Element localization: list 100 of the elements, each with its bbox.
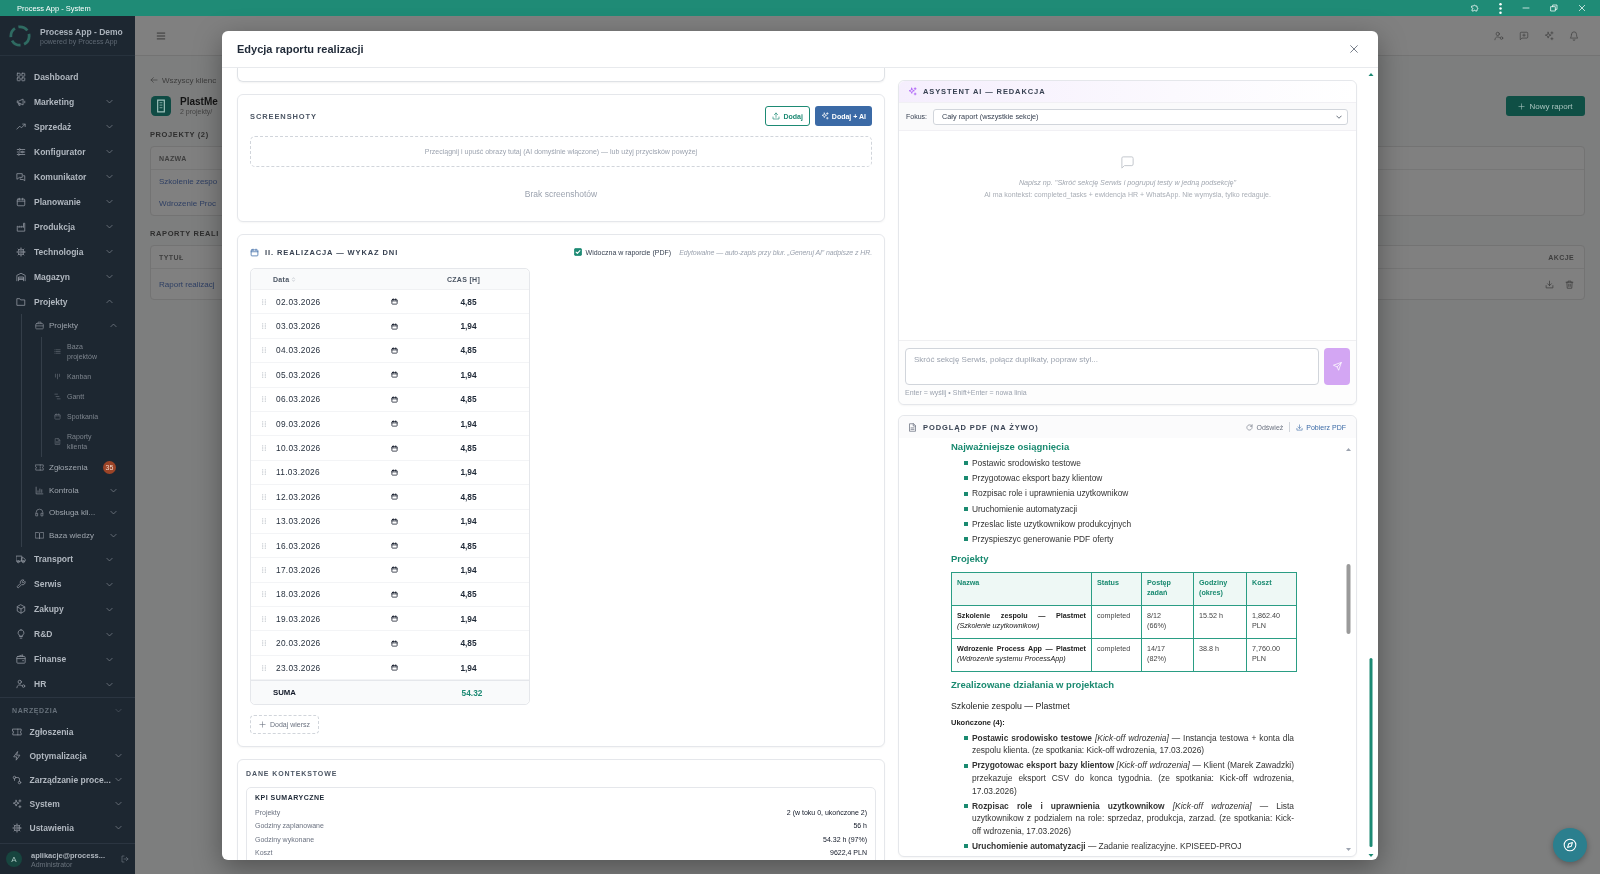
drag-handle-icon[interactable] (261, 640, 266, 647)
date-input[interactable]: 09.03.2026 (276, 418, 398, 429)
calendar-icon[interactable] (391, 542, 398, 550)
chevron-down-icon[interactable] (115, 752, 122, 759)
chevron-down-icon[interactable] (115, 707, 122, 714)
drag-handle-icon[interactable] (261, 396, 266, 403)
chevron-down-icon[interactable] (115, 776, 122, 783)
calendar-icon[interactable] (391, 371, 398, 379)
chevron-down-icon[interactable] (106, 680, 113, 688)
sidebar-link[interactable]: Zgłoszenia (12, 726, 135, 737)
chevron-up-icon[interactable] (106, 298, 113, 305)
chevron-down-icon[interactable] (106, 630, 113, 638)
chevron-down-icon[interactable] (110, 486, 117, 494)
sparkle-icon[interactable] (1544, 30, 1554, 41)
calendar-icon[interactable] (391, 468, 398, 476)
chevron-down-icon[interactable] (106, 148, 113, 155)
download-icon[interactable] (1545, 279, 1554, 289)
checkbox[interactable] (573, 248, 582, 256)
calendar-icon[interactable] (391, 615, 398, 623)
minimize-icon[interactable] (1522, 4, 1530, 12)
drag-handle-icon[interactable] (261, 469, 266, 476)
drag-handle-icon[interactable] (261, 615, 266, 622)
puzzle-icon[interactable] (1471, 4, 1479, 12)
chevron-down-icon[interactable] (106, 198, 113, 205)
sidebar-link[interactable]: Planowanie (16, 196, 106, 207)
calendar-icon[interactable] (391, 664, 398, 672)
date-input[interactable]: 04.03.2026 (276, 345, 398, 356)
date-input[interactable]: 11.03.2026 (276, 467, 398, 478)
sidebar-link[interactable]: Projekty (16, 296, 106, 307)
sidebar-link[interactable]: Projekty (35, 320, 110, 330)
message-plus-icon[interactable] (1519, 30, 1529, 41)
drag-handle-icon[interactable] (261, 518, 266, 525)
chevron-down-icon[interactable] (110, 531, 117, 539)
calendar-icon[interactable] (391, 420, 398, 428)
drag-handle-icon[interactable] (261, 567, 266, 573)
bell-icon[interactable] (1569, 30, 1579, 41)
date-input[interactable]: 16.03.2026 (276, 540, 398, 551)
chevron-down-icon[interactable] (106, 555, 113, 563)
sidebar-link[interactable]: Serwis (16, 579, 106, 589)
chevron-down-icon[interactable] (106, 655, 113, 663)
trash-icon[interactable] (1565, 279, 1574, 289)
drag-handle-icon[interactable] (261, 347, 266, 354)
date-input[interactable]: 17.03.2026 (276, 565, 398, 575)
calendar-icon[interactable] (391, 322, 398, 330)
sidebar-link[interactable]: Transport (16, 554, 106, 564)
date-input[interactable]: 05.03.2026 (276, 369, 398, 380)
chevron-down-icon[interactable] (106, 248, 113, 255)
drag-handle-icon[interactable] (261, 542, 266, 549)
close-icon[interactable] (1578, 4, 1586, 12)
chevron-down-icon[interactable] (106, 273, 113, 280)
sidebar-link[interactable]: Technologia (16, 246, 106, 257)
restore-icon[interactable] (1550, 4, 1558, 12)
date-input[interactable]: 18.03.2026 (276, 589, 398, 600)
drag-handle-icon[interactable] (261, 493, 266, 500)
calendar-icon[interactable] (391, 298, 398, 306)
chevron-down-icon[interactable] (106, 223, 113, 230)
sidebar-link[interactable]: Magazyn (16, 271, 106, 282)
drag-handle-icon[interactable] (261, 371, 266, 378)
date-input[interactable]: 23.03.2026 (276, 662, 398, 673)
drag-handle-icon[interactable] (261, 664, 266, 671)
sidebar-link[interactable]: HR (16, 679, 106, 689)
chevron-up-icon[interactable] (110, 321, 117, 329)
date-input[interactable]: 13.03.2026 (276, 516, 398, 527)
chevron-down-icon[interactable] (115, 800, 122, 807)
user-icon[interactable] (1494, 30, 1504, 41)
calendar-icon[interactable] (391, 566, 398, 574)
sidebar-link[interactable]: Zakupy (16, 604, 106, 614)
chevron-down-icon[interactable] (106, 98, 113, 105)
drag-handle-icon[interactable] (261, 445, 266, 452)
chevron-down-icon[interactable] (115, 824, 122, 831)
sidebar-link[interactable]: Konfigurator (16, 146, 106, 157)
close-button[interactable] (1348, 43, 1360, 55)
chevron-down-icon[interactable] (106, 605, 113, 613)
calendar-icon[interactable] (391, 346, 398, 354)
sidebar-link[interactable]: Obsługa kli... (35, 508, 110, 518)
date-input[interactable]: 19.03.2026 (276, 613, 398, 624)
sidebar-link[interactable]: Sprzedaż (16, 121, 106, 132)
drag-handle-icon[interactable] (261, 298, 266, 305)
sidebar-link[interactable]: Komunikator (16, 171, 106, 182)
sidebar-link[interactable]: System (12, 798, 115, 809)
chevron-down-icon[interactable] (106, 580, 113, 588)
logout-icon[interactable] (121, 855, 129, 863)
date-input[interactable]: 10.03.2026 (276, 443, 398, 454)
chevron-down-icon[interactable] (106, 173, 113, 180)
drag-handle-icon[interactable] (261, 591, 266, 598)
new-report-button[interactable]: Nowy raport (1506, 96, 1585, 116)
kebab-icon[interactable] (1499, 2, 1502, 14)
sidebar-link[interactable]: Marketing (16, 96, 106, 107)
chevron-down-icon[interactable] (106, 123, 113, 130)
sidebar-link[interactable]: Kontrola (35, 485, 110, 495)
calendar-icon[interactable] (391, 493, 398, 501)
sort-icon[interactable] (291, 275, 297, 283)
calendar-icon[interactable] (391, 590, 398, 598)
date-input[interactable]: 20.03.2026 (276, 638, 398, 649)
date-input[interactable]: 02.03.2026 (276, 296, 398, 307)
date-input[interactable]: 03.03.2026 (276, 321, 398, 332)
sidebar-link[interactable]: Produkcja (16, 221, 106, 232)
sidebar-link[interactable]: R&D (16, 629, 106, 639)
calendar-icon[interactable] (391, 395, 398, 403)
date-input[interactable]: 06.03.2026 (276, 394, 398, 405)
